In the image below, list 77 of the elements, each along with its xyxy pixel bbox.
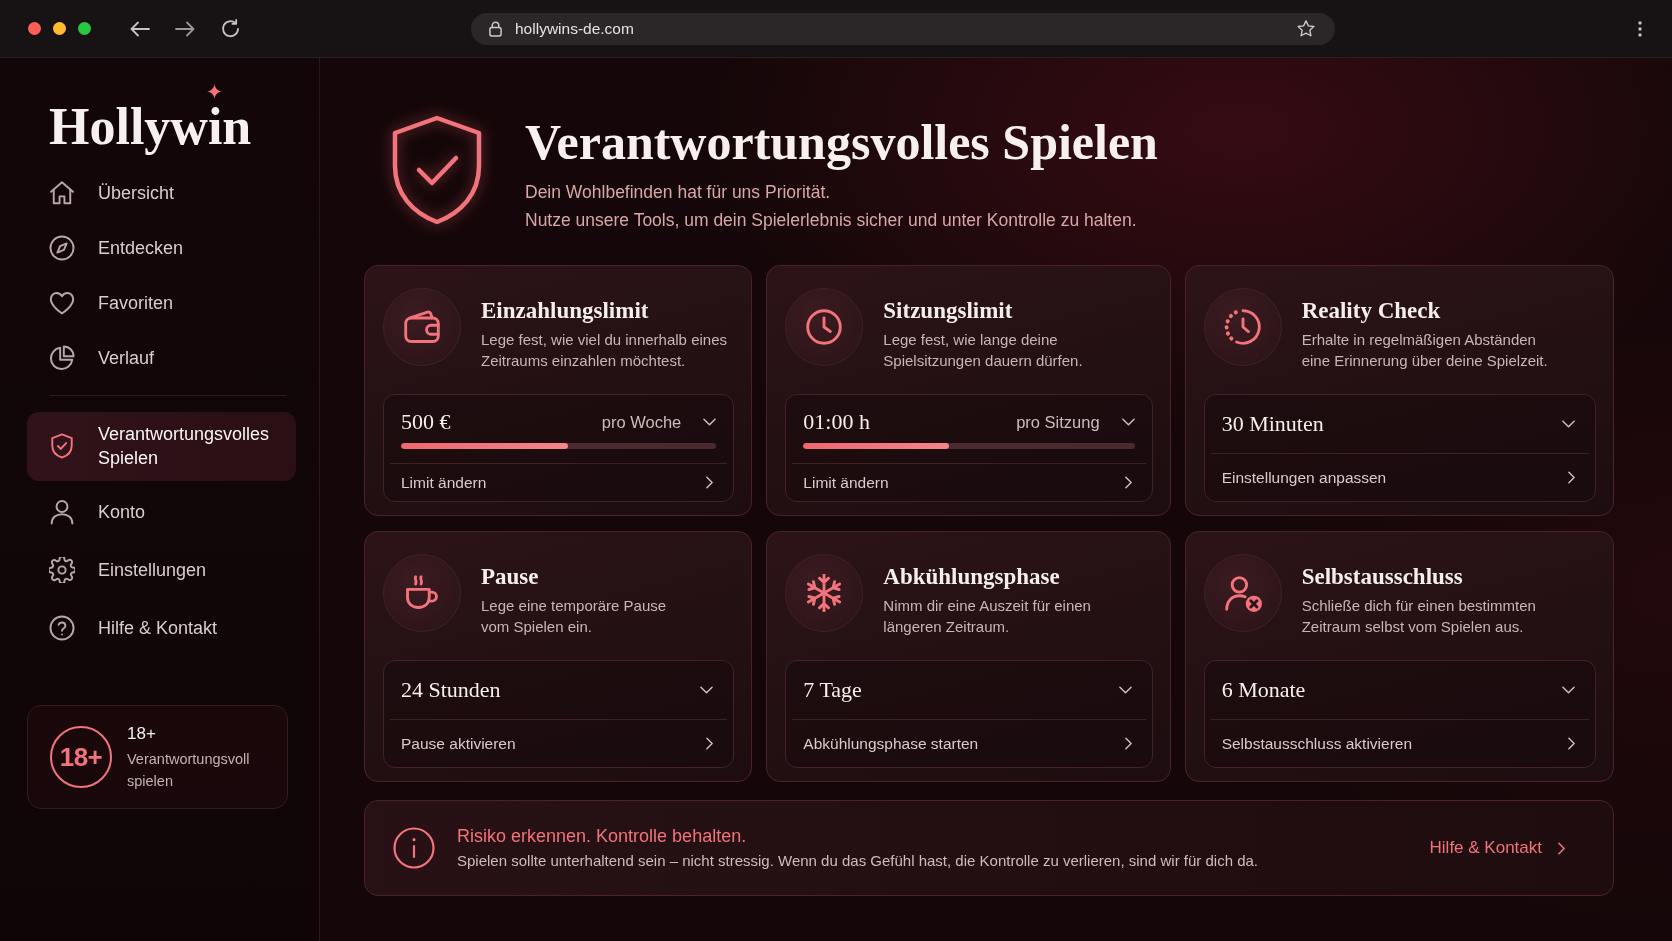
sparkle-icon	[207, 84, 222, 99]
card-description: Lege fest, wie lange deine Spielsitzungen dauern dürfen.	[883, 330, 1083, 371]
card-action-button[interactable]: Pause aktivieren	[384, 720, 734, 767]
chevron-right-icon	[706, 737, 714, 750]
banner-text: Spielen sollte unterhaltend sein – nicht stressig. Wenn du das Gefühl hast, die Kontrolle zu verlieren, sind wir für dich da.	[457, 851, 1258, 871]
url-text: hollywins-de.com	[515, 19, 634, 38]
chevron-down-icon	[1121, 418, 1135, 426]
compass-icon	[49, 234, 75, 261]
period-dropdown[interactable]: pro Sitzung	[1016, 412, 1135, 432]
chevron-right-icon	[1568, 737, 1575, 750]
chevron-right-icon	[1568, 471, 1575, 484]
nav-item[interactable]: Konto	[27, 484, 296, 539]
age-notice-text: Verantwortungsvoll spielen	[127, 749, 250, 791]
chevron-right-icon	[706, 476, 714, 489]
nav-item[interactable]: Einstellungen	[27, 542, 296, 597]
card-description: Nimm dir eine Auszeit für einen längeren Zeitraum.	[883, 596, 1091, 637]
card-action-button[interactable]: Limit ändern	[786, 464, 1152, 501]
chevron-right-icon	[1558, 841, 1565, 855]
heart-icon	[49, 289, 75, 316]
card-title: Abkühlungsphase	[883, 563, 1061, 591]
forward-arrow-icon[interactable]	[175, 20, 195, 37]
card-action-button[interactable]: Limit ändern	[384, 464, 734, 501]
card-description: Erhalte in regelmäßigen Abständen eine Erinnerung über deine Spielzeit.	[1301, 330, 1548, 371]
duration-dropdown[interactable]: 7 Tage	[786, 661, 1152, 719]
info-icon	[393, 827, 435, 869]
user-icon	[49, 498, 75, 525]
card-title: Einzahlungslimit	[481, 297, 650, 325]
card-title: Pause	[481, 563, 540, 591]
duration-dropdown[interactable]: 24 Stunden	[384, 661, 734, 719]
brand-logo: Hollywin	[49, 101, 252, 153]
card-action-button[interactable]: Abkühlungsphase starten	[786, 720, 1152, 767]
card-description: Lege eine temporäre Pause vom Spielen ein.	[481, 596, 667, 637]
pie-chart-icon	[49, 344, 75, 371]
shield-check-icon	[49, 433, 75, 459]
more-menu-icon[interactable]	[1638, 20, 1642, 37]
reload-icon[interactable]	[221, 19, 240, 38]
nav-item[interactable]: Übersicht	[27, 165, 296, 220]
duration-dropdown[interactable]: 30 Minuten	[1204, 395, 1595, 453]
home-icon	[49, 179, 75, 206]
chevron-right-icon	[1124, 737, 1132, 750]
chevron-down-icon	[1118, 686, 1132, 694]
nav-item[interactable]: Verlauf	[27, 330, 296, 385]
card-action-button[interactable]: Einstellungen anpassen	[1204, 454, 1595, 501]
card-title: Selbstausschluss	[1301, 563, 1464, 591]
limit-value: 01:00 h	[803, 409, 870, 435]
page-subtitle: Dein Wohlbefinden hat für uns Priorität. Nutze unsere Tools, um dein Spielerlebnis sicher und unter Kontrolle zu halten.	[525, 181, 1138, 232]
duration-dropdown[interactable]: 6 Monate	[1204, 661, 1595, 719]
help-icon	[49, 614, 75, 641]
settings-icon	[49, 556, 75, 583]
banner-title: Risiko erkennen. Kontrolle behalten.	[457, 825, 748, 848]
help-contact-link[interactable]: Hilfe & Kontakt	[1429, 838, 1565, 858]
window-close-icon[interactable]	[28, 22, 41, 35]
card-description: Schließe dich für einen bestimmten Zeitraum selbst vom Spielen aus.	[1301, 596, 1536, 637]
chevron-down-icon	[1562, 686, 1575, 694]
back-arrow-icon[interactable]	[130, 20, 150, 37]
page-title: Verantwortungsvolles Spielen	[525, 114, 1158, 170]
nav-item[interactable]: Verantwortungsvolles Spielen	[27, 412, 296, 481]
window-maximize-icon[interactable]	[78, 22, 91, 35]
nav-item[interactable]: Favoriten	[27, 275, 296, 330]
card-description: Lege fest, wie viel du innerhalb eines Zeitraums einzahlen möchtest.	[481, 330, 727, 371]
card-action-button[interactable]: Selbstausschluss aktivieren	[1204, 720, 1595, 767]
limit-value: 500 €	[401, 409, 451, 435]
address-bar[interactable]: hollywins-de.com	[471, 12, 1335, 45]
age-rating-badge: 18+	[50, 726, 112, 788]
chevron-down-icon	[700, 686, 714, 694]
star-icon[interactable]	[1297, 20, 1315, 37]
chevron-down-icon	[1562, 420, 1575, 428]
window-minimize-icon[interactable]	[53, 22, 66, 35]
card-title: Reality Check	[1301, 297, 1442, 325]
nav-item[interactable]: Entdecken	[27, 220, 296, 275]
age-notice-title: 18+	[127, 722, 157, 745]
period-dropdown[interactable]: pro Woche	[601, 412, 717, 432]
chevron-right-icon	[1124, 476, 1132, 489]
lock-icon	[489, 20, 502, 37]
chevron-down-icon	[703, 418, 717, 426]
nav-item[interactable]: Hilfe & Kontakt	[27, 600, 296, 655]
card-title: Sitzungslimit	[883, 297, 1014, 325]
